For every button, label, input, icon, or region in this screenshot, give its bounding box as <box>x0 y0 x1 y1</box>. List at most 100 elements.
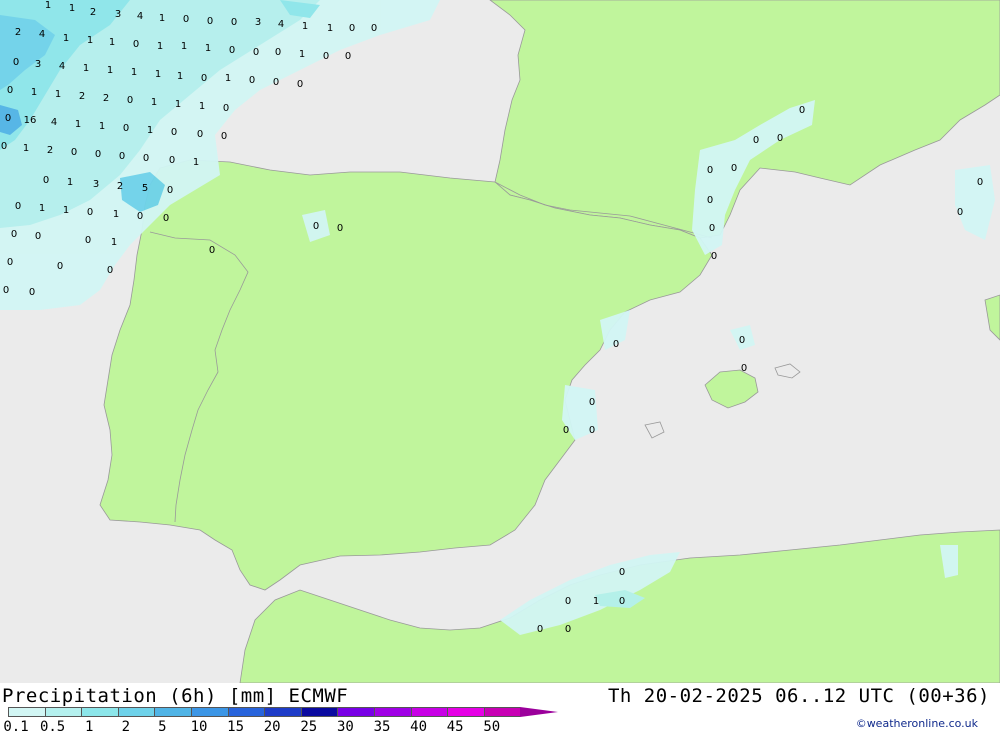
precip-value-label: 0 <box>589 425 595 436</box>
precip-value-label: 1 <box>23 143 29 154</box>
precip-value-label: 1 <box>83 63 89 74</box>
precip-value-label: 0 <box>7 85 13 96</box>
precip-value-label: 0 <box>537 624 543 635</box>
precip-value-label: 0 <box>273 77 279 88</box>
precip-value-label: 0 <box>337 223 343 234</box>
precip-value-label: 2 <box>103 93 109 104</box>
precip-value-label: 1 <box>45 0 51 11</box>
precip-value-label: 1 <box>151 97 157 108</box>
precip-value-label: 5 <box>142 183 148 194</box>
precipitation-map[interactable]: 1 1 2 3 4 1 0 0 0 3 4 1 1 0 0 2 4 1 1 1 0 1 1 1 0 0 0 1 0 0 0 3 4 1 1 1 1 1 0 1… <box>0 0 1000 683</box>
map-canvas: 1 1 2 3 4 1 0 0 0 3 4 1 1 0 0 2 4 1 1 1 0 1 1 1 0 0 0 1 0 0 0 3 4 1 1 1 1 1 0 1… <box>0 0 1000 683</box>
precip-value-label: 0 <box>229 45 235 56</box>
precip-value-label: 3 <box>115 9 121 20</box>
precip-value-label: 0 <box>127 95 133 106</box>
precip-value-label: 0 <box>95 149 101 160</box>
precip-value-label: 1 <box>109 37 115 48</box>
precip-value-label: 0 <box>275 47 281 58</box>
precip-value-label: 4 <box>278 19 284 30</box>
precip-value-label: 0 <box>709 223 715 234</box>
precip-value-label: 4 <box>39 29 45 40</box>
precip-value-label: 0 <box>371 23 377 34</box>
precip-value-label: 0 <box>1 141 7 152</box>
precip-value-label: 0 <box>957 207 963 218</box>
credit-link[interactable]: ©weatheronline.co.uk <box>856 717 978 730</box>
land-mallorca <box>704 369 759 409</box>
precip-value-label: 0 <box>707 165 713 176</box>
legend-swatch <box>447 707 484 717</box>
precip-value-label: 3 <box>93 179 99 190</box>
precip-value-label: 2 <box>90 7 96 18</box>
precip-value-label: 0 <box>197 129 203 140</box>
legend-swatch <box>227 707 265 717</box>
precip-value-label: 3 <box>255 17 261 28</box>
precip-value-label: 0 <box>349 23 355 34</box>
legend-swatch <box>337 707 374 717</box>
precip-value-label: 0 <box>163 213 169 224</box>
precip-value-label: 0 <box>87 207 93 218</box>
precip-value-label: 0 <box>753 135 759 146</box>
precip-value-label: 1 <box>593 596 599 607</box>
precip-value-label: 1 <box>299 49 305 60</box>
precip-value-label: 1 <box>193 157 199 168</box>
precip-value-label: 0 <box>107 265 113 276</box>
precip-value-label: 1 <box>111 237 117 248</box>
map-title: Precipitation (6h) [mm] ECMWF <box>2 685 349 707</box>
precip-value-label: 0 <box>711 251 717 262</box>
precip-value-label: 0 <box>731 163 737 174</box>
precip-value-label: 0 <box>123 123 129 134</box>
precip-value-label: 0 <box>35 231 41 242</box>
precip-value-label: 0 <box>3 285 9 296</box>
precip-value-label: 0 <box>249 75 255 86</box>
precip-value-label: 0 <box>707 195 713 206</box>
precip-value-label: 2 <box>117 181 123 192</box>
land-france <box>489 0 1000 239</box>
precip-value-label: 0 <box>313 221 319 232</box>
precip-value-label: 1 <box>131 67 137 78</box>
precip-value-label: 0 <box>231 17 237 28</box>
precip-value-label: 0 <box>207 16 213 27</box>
precip-value-label: 0 <box>169 155 175 166</box>
precip-value-label: 0 <box>565 596 571 607</box>
precip-value-label: 0 <box>11 229 17 240</box>
precip-value-label: 0 <box>201 73 207 84</box>
precip-value-label: 0 <box>739 335 745 346</box>
legend-swatch <box>410 707 448 717</box>
precip-value-label: 0 <box>71 147 77 158</box>
legend-swatch <box>8 707 45 717</box>
precip-value-label: 1 <box>302 21 308 32</box>
precip-value-label: 1 <box>99 121 105 132</box>
precip-value-label: 0 <box>29 287 35 298</box>
precip-value-label: 0 <box>589 397 595 408</box>
precip-value-label: 1 <box>225 73 231 84</box>
precip-value-label: 1 <box>113 209 119 220</box>
precip-value-label: 1 <box>75 119 81 130</box>
precip-value-label: 3 <box>35 59 41 70</box>
land-sardinia <box>984 294 1000 341</box>
legend-swatch <box>373 707 411 717</box>
precip-value-label: 0 <box>119 151 125 162</box>
precip-value-label: 0 <box>5 113 11 124</box>
land-ibiza <box>644 421 665 439</box>
precip-value-label: 0 <box>209 245 215 256</box>
legend-swatch <box>154 707 191 717</box>
legend-swatch <box>483 707 521 717</box>
precip-value-label: 0 <box>57 261 63 272</box>
land-menorca <box>774 363 801 379</box>
precip-value-label: 0 <box>133 39 139 50</box>
map-footer: Precipitation (6h) [mm] ECMWF Th 20-02-2… <box>0 683 1000 735</box>
precip-value-label: 1 <box>107 65 113 76</box>
precip-value-label: 0 <box>15 201 21 212</box>
precip-value-label: 0 <box>85 235 91 246</box>
precip-value-label: 0 <box>13 57 19 68</box>
precip-value-label: 0 <box>777 133 783 144</box>
forecast-time: Th 20-02-2025 06..12 UTC (00+36) <box>607 685 990 707</box>
precip-value-label: 1 <box>87 35 93 46</box>
precip-value-label: 0 <box>323 51 329 62</box>
legend-swatch <box>44 707 82 717</box>
precip-value-label: 0 <box>345 51 351 62</box>
precip-value-label: 1 <box>55 89 61 100</box>
precip-value-label: 0 <box>563 425 569 436</box>
color-legend <box>8 707 559 719</box>
precip-value-label: 1 <box>175 99 181 110</box>
